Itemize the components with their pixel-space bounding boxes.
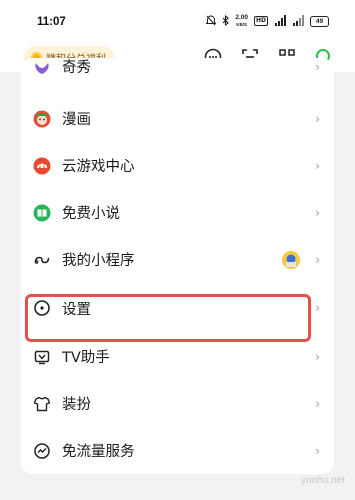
menu-item-label: 我的小程序 (62, 253, 135, 269)
settings-highlight-box (25, 294, 311, 342)
chevron-right-icon: › (315, 252, 320, 267)
menu-item-label: 云游戏中心 (62, 159, 135, 175)
chevron-right-icon: › (315, 158, 320, 173)
menu-item-comic[interactable]: 漫画 › (21, 95, 334, 142)
menu-item-label: 装扮 (62, 397, 91, 413)
mini-program-icon (33, 251, 51, 269)
chevron-right-icon: › (315, 205, 320, 220)
menu-item-label: 免费小说 (62, 206, 120, 222)
menu-item-mini-program[interactable]: 我的小程序 › (21, 236, 334, 283)
menu-list: 奇秀 › 漫画 › 云游戏中心 › 免费小说 › 我的小程序 › 设置 › TV… (0, 58, 355, 474)
chevron-right-icon: › (315, 60, 320, 74)
menu-item-label: TV助手 (62, 350, 110, 366)
chevron-right-icon: › (315, 111, 320, 126)
status-bar: 11:07 2.00 KB/S HD 49 (0, 0, 355, 46)
chevron-right-icon: › (315, 301, 320, 315)
menu-item-label: 漫画 (62, 112, 91, 128)
menu-item-label: 奇秀 (62, 60, 91, 76)
battery-indicator: 49 (310, 15, 329, 27)
status-icons: 2.00 KB/S HD 49 (205, 14, 329, 27)
cloud-game-icon (33, 157, 51, 175)
hd-badge: HD (253, 16, 268, 26)
menu-item-cloud-game[interactable]: 云游戏中心 › (21, 142, 334, 189)
net-speed-unit: KB/S (236, 21, 248, 27)
bluetooth-icon (222, 14, 230, 27)
data-free-icon (33, 442, 51, 460)
watermark: yunhu.net (301, 475, 345, 486)
signal-icon-2 (292, 15, 304, 27)
menu-item-dress-up[interactable]: 装扮 › (21, 380, 334, 427)
tv-assistant-icon (33, 348, 51, 366)
alarm-icon (205, 15, 218, 27)
free-novel-icon (33, 204, 51, 222)
qixiu-icon (33, 60, 51, 78)
comic-icon (33, 110, 51, 128)
network-speed: 2.00 KB/S (235, 14, 248, 27)
signal-icon-1 (274, 15, 286, 27)
chevron-right-icon: › (315, 396, 320, 411)
mini-program-avatar (282, 250, 300, 269)
menu-item-data-free[interactable]: 免流量服务 › (21, 427, 334, 474)
dress-up-icon (33, 395, 51, 413)
status-time: 11:07 (37, 16, 66, 28)
chevron-right-icon: › (315, 443, 320, 458)
menu-item-label: 免流量服务 (62, 444, 135, 460)
net-speed-value: 2.00 (235, 14, 248, 21)
menu-card: 奇秀 › 漫画 › 云游戏中心 › 免费小说 › 我的小程序 › 设置 › TV… (21, 58, 334, 474)
chevron-right-icon: › (315, 349, 320, 364)
menu-item-free-novel[interactable]: 免费小说 › (21, 189, 334, 236)
menu-item-qixiu[interactable]: 奇秀 › (21, 58, 334, 95)
